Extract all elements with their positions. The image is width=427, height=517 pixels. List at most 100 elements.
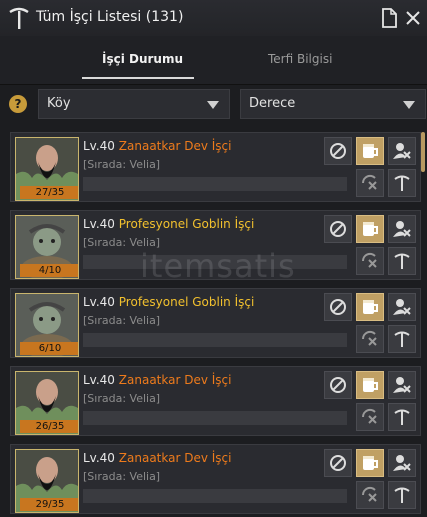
worker-queue: [Sırada: Velia] bbox=[83, 470, 161, 483]
worker-card[interactable]: 27/35 Lv.40 Zanaatkar Dev İşçi [Sırada: … bbox=[10, 132, 421, 202]
window-titlebar: Tüm İşçi Listesi (131) bbox=[0, 0, 427, 37]
remove-worker-icon bbox=[393, 299, 411, 315]
work-progress-bar bbox=[83, 489, 347, 503]
location-select-value: Köy bbox=[47, 96, 71, 111]
worker-queue: [Sırada: Velia] bbox=[83, 158, 161, 171]
worker-name: Lv.40 Zanaatkar Dev İşçi bbox=[83, 139, 231, 153]
upgrade-button[interactable] bbox=[388, 169, 416, 197]
chevron-down-icon bbox=[207, 101, 219, 109]
no-entry-icon bbox=[330, 455, 346, 471]
no-entry-icon bbox=[330, 299, 346, 315]
chevron-down-icon bbox=[403, 101, 415, 109]
window-title: Tüm İşçi Listesi (131) bbox=[36, 9, 184, 25]
upgrade-icon bbox=[394, 175, 410, 191]
stamina-badge: 4/10 bbox=[20, 264, 78, 277]
worker-portrait-goblin: 4/10 bbox=[15, 215, 79, 279]
beer-mug-icon bbox=[363, 222, 378, 236]
worker-name: Lv.40 Zanaatkar Dev İşçi bbox=[83, 451, 231, 465]
worker-queue: [Sırada: Velia] bbox=[83, 314, 161, 327]
worker-name: Lv.40 Profesyonel Goblin İşçi bbox=[83, 217, 254, 231]
fire-worker-button[interactable] bbox=[388, 371, 416, 399]
repeat-cancel-button[interactable] bbox=[356, 169, 384, 197]
feed-button[interactable] bbox=[356, 293, 384, 321]
worker-portrait-giant: 27/35 bbox=[15, 137, 79, 201]
beer-mug-icon bbox=[363, 144, 378, 158]
worker-title: Profesyonel Goblin İşçi bbox=[118, 217, 255, 231]
worker-card[interactable]: 29/35 Lv.40 Zanaatkar Dev İşçi [Sırada: … bbox=[10, 444, 421, 514]
rest-button[interactable] bbox=[324, 137, 352, 165]
list-scrollbar[interactable] bbox=[421, 132, 425, 172]
beer-mug-icon bbox=[363, 456, 378, 470]
location-select[interactable]: Köy bbox=[38, 89, 230, 119]
upgrade-button[interactable] bbox=[388, 403, 416, 431]
worker-portrait-goblin: 6/10 bbox=[15, 293, 79, 357]
repeat-cancel-button[interactable] bbox=[356, 481, 384, 509]
worker-title: Zanaatkar Dev İşçi bbox=[118, 373, 232, 387]
remove-worker-icon bbox=[393, 221, 411, 237]
worker-portrait-giant: 29/35 bbox=[15, 449, 79, 513]
document-icon[interactable] bbox=[380, 8, 398, 28]
work-progress-bar bbox=[83, 177, 347, 191]
feed-button[interactable] bbox=[356, 137, 384, 165]
worker-list: 27/35 Lv.40 Zanaatkar Dev İşçi [Sırada: … bbox=[0, 128, 427, 517]
sort-select-value: Derece bbox=[249, 96, 296, 111]
worker-name: Lv.40 Zanaatkar Dev İşçi bbox=[83, 373, 231, 387]
repeat-cancel-button[interactable] bbox=[356, 403, 384, 431]
no-entry-icon bbox=[330, 377, 346, 393]
worker-level: Lv.40 bbox=[83, 295, 115, 309]
fire-worker-button[interactable] bbox=[388, 293, 416, 321]
rest-button[interactable] bbox=[324, 215, 352, 243]
tab-promotion-info[interactable]: Terfi Bilgisi bbox=[268, 52, 332, 66]
worker-card[interactable]: 6/10 Lv.40 Profesyonel Goblin İşçi [Sıra… bbox=[10, 288, 421, 358]
work-progress-bar bbox=[83, 411, 347, 425]
no-entry-icon bbox=[330, 221, 346, 237]
repeat-cancel-icon bbox=[361, 408, 377, 424]
fire-worker-button[interactable] bbox=[388, 137, 416, 165]
rest-button[interactable] bbox=[324, 449, 352, 477]
fire-worker-button[interactable] bbox=[388, 449, 416, 477]
upgrade-button[interactable] bbox=[388, 325, 416, 353]
stamina-badge: 29/35 bbox=[20, 498, 78, 511]
repeat-cancel-button[interactable] bbox=[356, 247, 384, 275]
stamina-badge: 27/35 bbox=[20, 186, 78, 199]
worker-title: Profesyonel Goblin İşçi bbox=[118, 295, 255, 309]
worker-portrait-giant: 26/35 bbox=[15, 371, 79, 435]
worker-level: Lv.40 bbox=[83, 373, 115, 387]
worker-title: Zanaatkar Dev İşçi bbox=[118, 139, 232, 153]
tab-worker-status[interactable]: İşçi Durumu bbox=[102, 52, 183, 66]
worker-level: Lv.40 bbox=[83, 139, 115, 153]
repeat-cancel-icon bbox=[361, 252, 377, 268]
fire-worker-button[interactable] bbox=[388, 215, 416, 243]
upgrade-button[interactable] bbox=[388, 481, 416, 509]
worker-tool-icon bbox=[9, 7, 29, 29]
worker-card[interactable]: 26/35 Lv.40 Zanaatkar Dev İşçi [Sırada: … bbox=[10, 366, 421, 436]
repeat-cancel-button[interactable] bbox=[356, 325, 384, 353]
rest-button[interactable] bbox=[324, 293, 352, 321]
beer-mug-icon bbox=[363, 378, 378, 392]
feed-button[interactable] bbox=[356, 449, 384, 477]
worker-name: Lv.40 Profesyonel Goblin İşçi bbox=[83, 295, 254, 309]
worker-queue: [Sırada: Velia] bbox=[83, 392, 161, 405]
stamina-badge: 26/35 bbox=[20, 420, 78, 433]
feed-button[interactable] bbox=[356, 371, 384, 399]
active-tab-indicator bbox=[82, 77, 194, 79]
remove-worker-icon bbox=[393, 377, 411, 393]
repeat-cancel-icon bbox=[361, 486, 377, 502]
upgrade-button[interactable] bbox=[388, 247, 416, 275]
feed-button[interactable] bbox=[356, 215, 384, 243]
tab-bar: İşçi Durumu Terfi Bilgisi bbox=[0, 36, 427, 85]
rest-button[interactable] bbox=[324, 371, 352, 399]
upgrade-icon bbox=[394, 253, 410, 269]
worker-level: Lv.40 bbox=[83, 217, 115, 231]
upgrade-icon bbox=[394, 487, 410, 503]
repeat-cancel-icon bbox=[361, 174, 377, 190]
sort-select[interactable]: Derece bbox=[240, 89, 426, 119]
worker-level: Lv.40 bbox=[83, 451, 115, 465]
close-icon[interactable] bbox=[404, 8, 422, 28]
watermark: itemsatis bbox=[140, 247, 296, 285]
repeat-cancel-icon bbox=[361, 330, 377, 346]
remove-worker-icon bbox=[393, 455, 411, 471]
help-icon[interactable]: ? bbox=[9, 95, 27, 113]
upgrade-icon bbox=[394, 331, 410, 347]
beer-mug-icon bbox=[363, 300, 378, 314]
